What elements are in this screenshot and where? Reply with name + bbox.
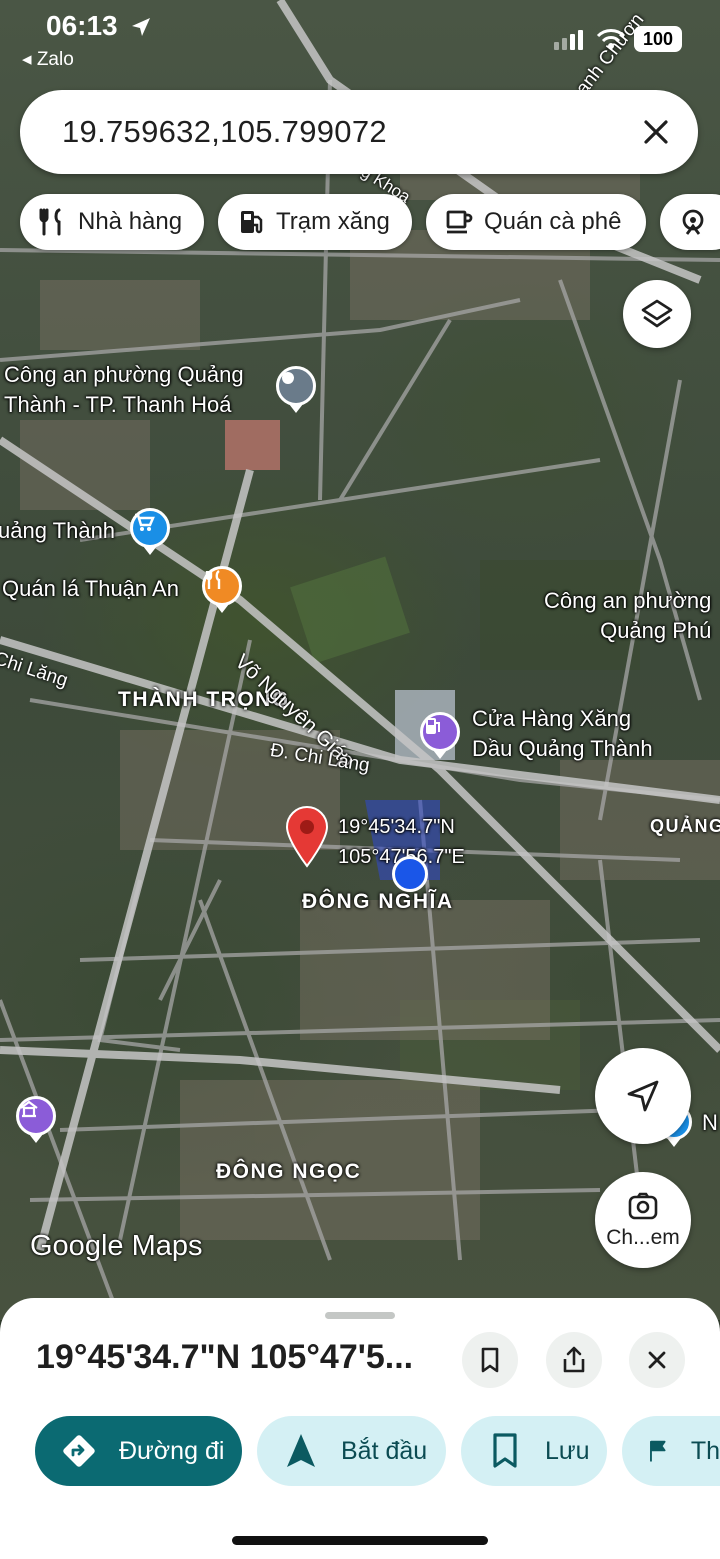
gas-station-poi-icon[interactable] bbox=[420, 712, 460, 752]
maps-screen: Công an phường Quảng Thành - TP. Thanh H… bbox=[0, 0, 720, 1559]
restaurant-icon bbox=[39, 208, 61, 236]
label-area-quang: QUẢNG bbox=[650, 816, 720, 836]
clock: 06:13 bbox=[46, 10, 118, 41]
directions-icon bbox=[63, 1435, 95, 1467]
chip-attractions[interactable] bbox=[660, 194, 720, 250]
sheet-drag-handle[interactable] bbox=[325, 1312, 395, 1319]
label-market-quang-thanh[interactable]: uảng Thành bbox=[0, 516, 115, 546]
start-navigation-button[interactable]: Bắt đầu bbox=[257, 1416, 446, 1486]
bookmark-icon bbox=[481, 1347, 499, 1373]
signal-icon bbox=[554, 30, 583, 50]
current-location-dot bbox=[392, 856, 428, 892]
coffee-icon bbox=[446, 210, 473, 234]
save-bookmark-button[interactable] bbox=[462, 1332, 518, 1388]
bookmark-icon bbox=[493, 1433, 517, 1468]
search-bar[interactable]: 19.759632,105.799072 bbox=[20, 90, 698, 174]
chip-coffee-label: Quán cà phê bbox=[484, 208, 622, 235]
label-restaurant-thuan-an[interactable]: Quán lá Thuận An bbox=[2, 574, 179, 604]
camera-search-icon bbox=[628, 1192, 658, 1220]
dot-icon bbox=[282, 372, 294, 384]
landmark-poi-icon[interactable] bbox=[16, 1096, 56, 1136]
chip-gas-stations[interactable]: Trạm xăng bbox=[218, 194, 412, 250]
temple-icon bbox=[20, 1100, 38, 1118]
start-navigation-label: Bắt đầu bbox=[341, 1436, 428, 1465]
lens-search-button[interactable]: Ch...em bbox=[595, 1172, 691, 1268]
label-edge-n[interactable]: N bbox=[702, 1108, 718, 1138]
location-arrow-icon bbox=[132, 18, 150, 36]
label-area-dong-nghia: ĐÔNG NGHĨA bbox=[302, 890, 454, 913]
close-icon[interactable] bbox=[636, 112, 676, 152]
save-button[interactable]: Lưu bbox=[461, 1416, 607, 1486]
close-icon bbox=[648, 1351, 666, 1369]
status-bar: 06:13 ◂ Zalo 100 bbox=[0, 0, 720, 80]
flag-icon bbox=[650, 1440, 666, 1462]
restaurant-poi-icon[interactable] bbox=[202, 566, 242, 606]
google-maps-logo: Google Maps bbox=[30, 1230, 203, 1262]
cart-glyph-icon bbox=[135, 513, 155, 531]
police-poi-icon[interactable] bbox=[276, 366, 316, 406]
close-sheet-button[interactable] bbox=[629, 1332, 685, 1388]
chip-gas-stations-label: Trạm xăng bbox=[276, 208, 390, 235]
directions-label: Đường đi bbox=[119, 1436, 225, 1465]
layers-button[interactable] bbox=[623, 280, 691, 348]
label-police-quang-thanh[interactable]: Công an phường Quảng Thành - TP. Thanh H… bbox=[4, 360, 244, 420]
fuel-pump-icon bbox=[426, 718, 440, 734]
lens-button-label: Ch...em bbox=[606, 1226, 680, 1249]
chip-restaurants-label: Nhà hàng bbox=[78, 208, 183, 235]
share-button[interactable] bbox=[546, 1332, 602, 1388]
fork-knife-icon bbox=[205, 570, 221, 589]
save-label: Lưu bbox=[545, 1436, 590, 1465]
report-button[interactable]: Th bbox=[622, 1416, 720, 1486]
navigation-arrow-icon bbox=[627, 1080, 659, 1112]
search-input[interactable]: 19.759632,105.799072 bbox=[62, 114, 387, 150]
report-label: Th bbox=[690, 1436, 720, 1465]
directions-button[interactable]: Đường đi bbox=[35, 1416, 242, 1486]
label-police-quang-phu[interactable]: Công an phường Quảng Phú bbox=[544, 586, 711, 646]
attractions-icon bbox=[682, 209, 704, 235]
shopping-cart-icon[interactable] bbox=[130, 508, 170, 548]
home-indicator[interactable] bbox=[232, 1536, 488, 1545]
chip-restaurants[interactable]: Nhà hàng bbox=[20, 194, 204, 250]
chip-coffee[interactable]: Quán cà phê bbox=[426, 194, 646, 250]
battery-indicator: 100 bbox=[634, 26, 682, 52]
back-to-app-link[interactable]: ◂ Zalo bbox=[22, 48, 74, 71]
share-icon bbox=[563, 1346, 585, 1373]
red-location-pin-icon[interactable] bbox=[284, 806, 330, 868]
wifi-icon bbox=[596, 29, 626, 49]
label-area-dong-ngoc: ĐÔNG NGỌC bbox=[216, 1160, 362, 1183]
place-bottom-sheet[interactable]: 19°45'34.7"N 105°47'5... Đường đi Bắt đầ… bbox=[0, 1298, 720, 1559]
navigation-icon bbox=[287, 1434, 315, 1467]
gas-station-icon bbox=[241, 211, 263, 234]
layers-icon bbox=[641, 299, 673, 328]
recenter-button[interactable] bbox=[595, 1048, 691, 1144]
sheet-title-coordinates: 19°45'34.7"N 105°47'5... bbox=[36, 1338, 414, 1376]
label-gas-station[interactable]: Cửa Hàng Xăng Dầu Quảng Thành bbox=[472, 704, 653, 764]
